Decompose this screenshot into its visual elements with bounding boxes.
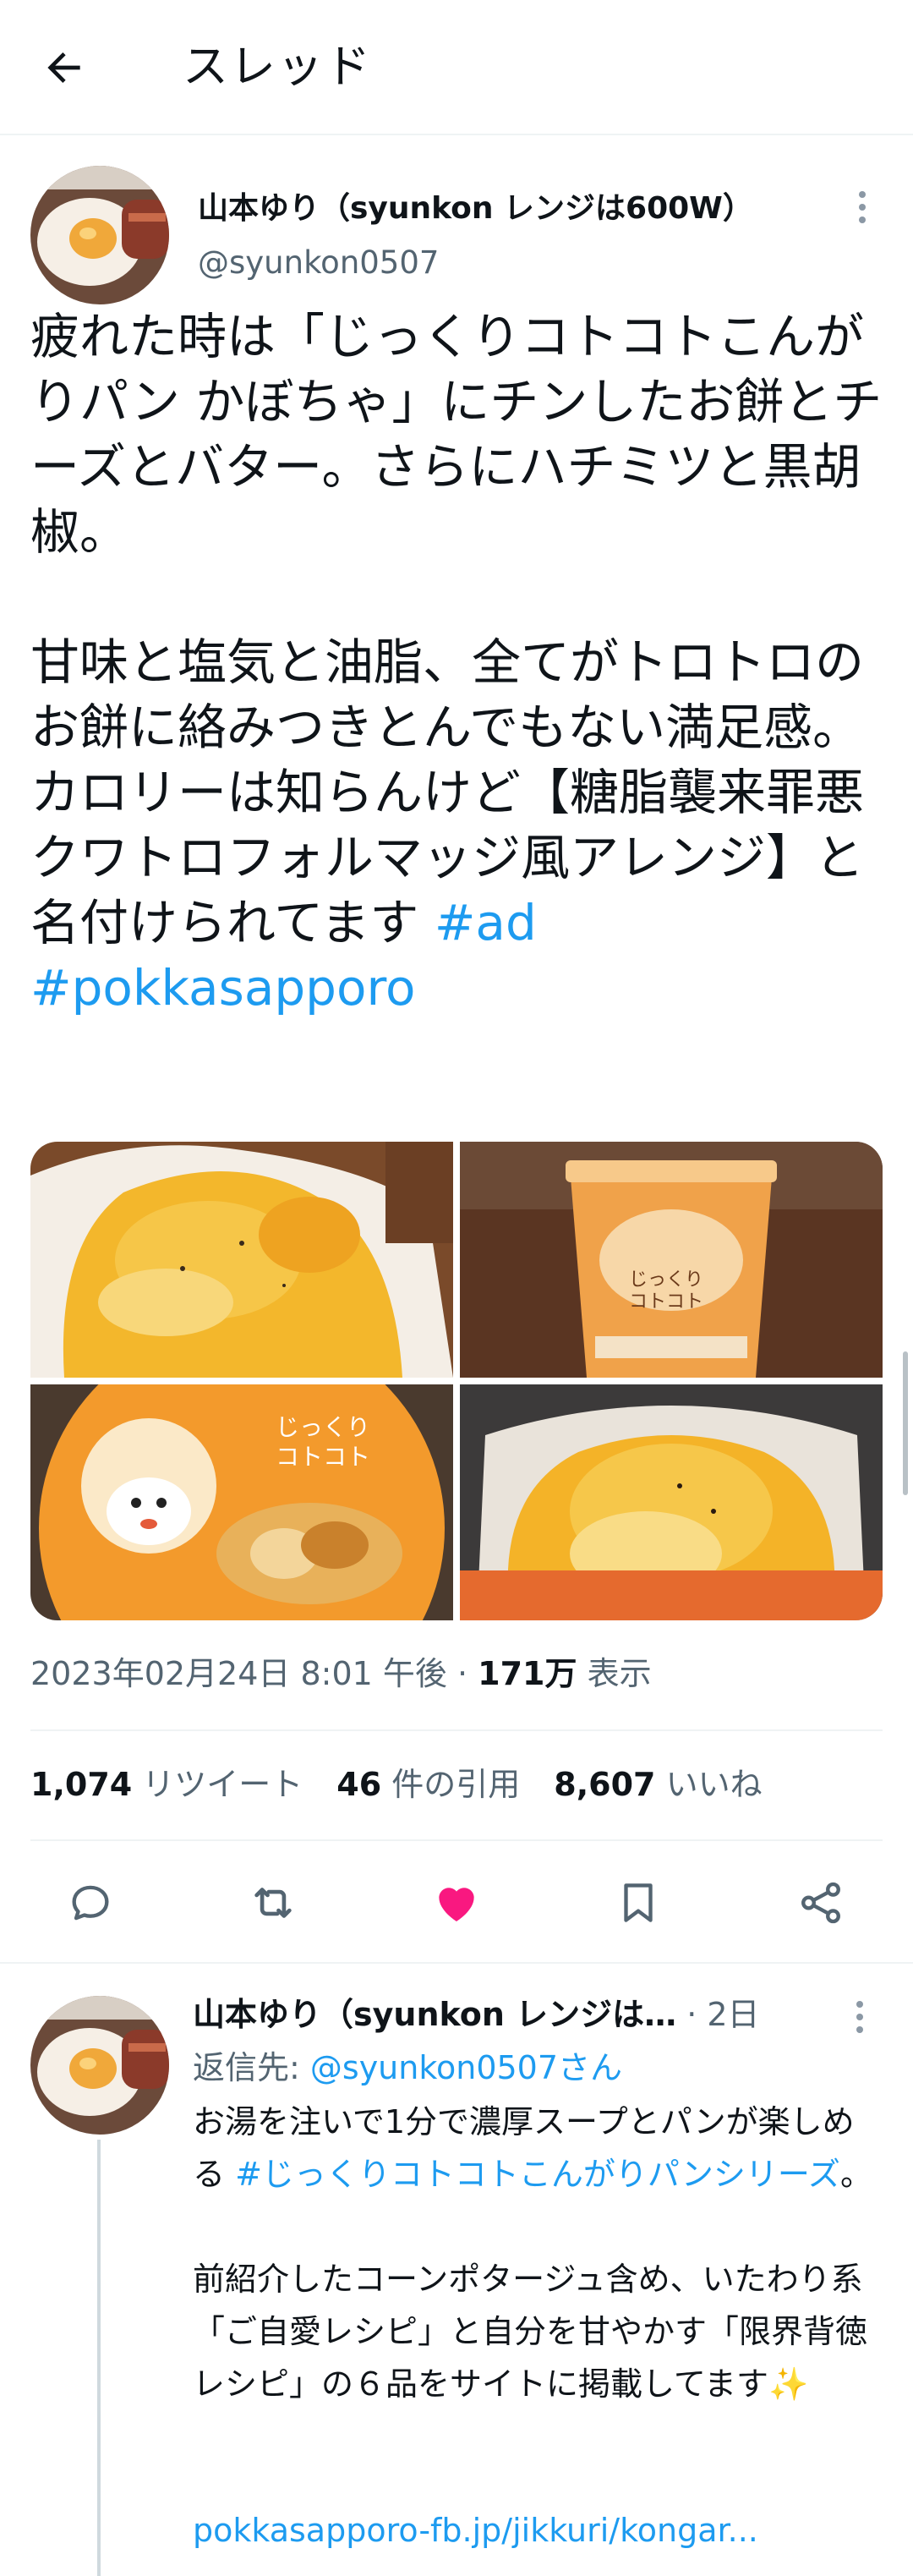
tweet-body: 疲れた時は「じっくりコトコトこんがりパン かぼちゃ」にチンしたお餅とチーズとバタ… bbox=[30, 308, 883, 951]
divider bbox=[30, 1839, 883, 1841]
reply-time: · 2日 bbox=[676, 1996, 760, 2033]
reply-to-line: 返信先: @syunkon0507さん bbox=[193, 2045, 622, 2091]
reply-button[interactable] bbox=[57, 1869, 124, 1937]
tweet-actions bbox=[0, 1869, 913, 1937]
quotes-label: 件の引用 bbox=[381, 1766, 521, 1803]
retweets-label: リツイート bbox=[132, 1766, 303, 1803]
retweet-button[interactable] bbox=[239, 1869, 307, 1937]
divider bbox=[0, 1962, 913, 1964]
hashtag-link[interactable]: #ad bbox=[435, 894, 537, 951]
top-app-bar: スレッド bbox=[0, 0, 913, 135]
quotes-count: 46 bbox=[336, 1766, 382, 1803]
more-options-icon[interactable] bbox=[854, 191, 871, 223]
tweet-text: 疲れた時は「じっくりコトコトこんがりパン かぼちゃ」にチンしたお餅とチーズとバタ… bbox=[30, 304, 893, 1021]
share-button[interactable] bbox=[787, 1869, 855, 1937]
hashtag-link[interactable]: #じっくりコトコトこんがりパンシリーズ bbox=[235, 2156, 840, 2193]
page-title: スレッド bbox=[183, 40, 372, 93]
svg-text:コトコト: コトコト bbox=[629, 1291, 703, 1313]
author-handle[interactable]: @syunkon0507 bbox=[198, 242, 439, 284]
bookmark-button[interactable] bbox=[604, 1869, 672, 1937]
photo-product-cup[interactable]: じっくり コトコト bbox=[460, 1142, 883, 1378]
likes-count: 8,607 bbox=[554, 1766, 656, 1803]
reply-avatar[interactable] bbox=[30, 1996, 169, 2135]
reply-to-mention[interactable]: @syunkon0507さん bbox=[310, 2049, 622, 2086]
svg-text:じっくり: じっくり bbox=[629, 1269, 703, 1291]
reply-author-name: 山本ゆり（syunkon レンジは… bbox=[193, 1996, 677, 2033]
scrollbar[interactable] bbox=[903, 1351, 908, 1495]
retweets-count: 1,074 bbox=[30, 1766, 133, 1803]
reply-url-link[interactable]: pokkasapporo-fb.jp/jikkuri/kongar... bbox=[193, 2507, 758, 2553]
views-label: 表示 bbox=[577, 1655, 652, 1692]
photo-product-lid[interactable]: じっくり コトコト bbox=[30, 1384, 453, 1620]
retweet-icon bbox=[254, 1888, 292, 1918]
arrow-left-icon bbox=[47, 52, 80, 83]
bookmark-icon bbox=[624, 1883, 653, 1922]
timestamp-text: 2023年02月24日 8:01 午後 · bbox=[30, 1655, 478, 1692]
heart-filled-icon bbox=[439, 1888, 474, 1921]
hashtag-link[interactable]: #pokkasapporo bbox=[30, 959, 416, 1017]
reply-icon bbox=[72, 1885, 109, 1921]
likes-label: いいね bbox=[655, 1766, 763, 1803]
quotes-stat[interactable]: 46 件の引用 bbox=[336, 1766, 520, 1803]
author-name[interactable]: 山本ゆり（syunkon レンジは600W） bbox=[198, 188, 753, 230]
photo-mochi-cheese[interactable] bbox=[460, 1384, 883, 1620]
back-button[interactable] bbox=[41, 37, 108, 98]
reply-to-label: 返信先: bbox=[193, 2049, 310, 2086]
engagement-stats: 1,074 リツイート 46 件の引用 8,607 いいね bbox=[30, 1762, 763, 1807]
reply-text: お湯を注いで1分で濃厚スープとパンが楽しめる #じっくりコトコトこんがりパンシリ… bbox=[193, 2096, 883, 2410]
svg-text:じっくり: じっくり bbox=[276, 1413, 370, 1441]
reply-more-options-icon[interactable] bbox=[851, 2001, 868, 2033]
thread-line bbox=[97, 2140, 101, 2576]
reply-author-row[interactable]: 山本ゆり（syunkon レンジは… · 2日 bbox=[193, 1992, 801, 2037]
divider bbox=[30, 1729, 883, 1731]
likes-stat[interactable]: 8,607 いいね bbox=[554, 1766, 762, 1803]
share-icon bbox=[801, 1882, 840, 1924]
svg-text:コトコト: コトコト bbox=[276, 1443, 370, 1471]
retweets-stat[interactable]: 1,074 リツイート bbox=[30, 1766, 303, 1803]
like-button[interactable] bbox=[423, 1869, 490, 1937]
views-count: 171万 bbox=[478, 1655, 577, 1692]
tweet-timestamp[interactable]: 2023年02月24日 8:01 午後 · 171万 表示 bbox=[30, 1651, 652, 1696]
avatar[interactable] bbox=[30, 166, 169, 304]
media-grid: じっくり コトコト じっくり コトコト bbox=[30, 1142, 883, 1620]
photo-pumpkin-soup-bowl[interactable] bbox=[30, 1142, 453, 1378]
